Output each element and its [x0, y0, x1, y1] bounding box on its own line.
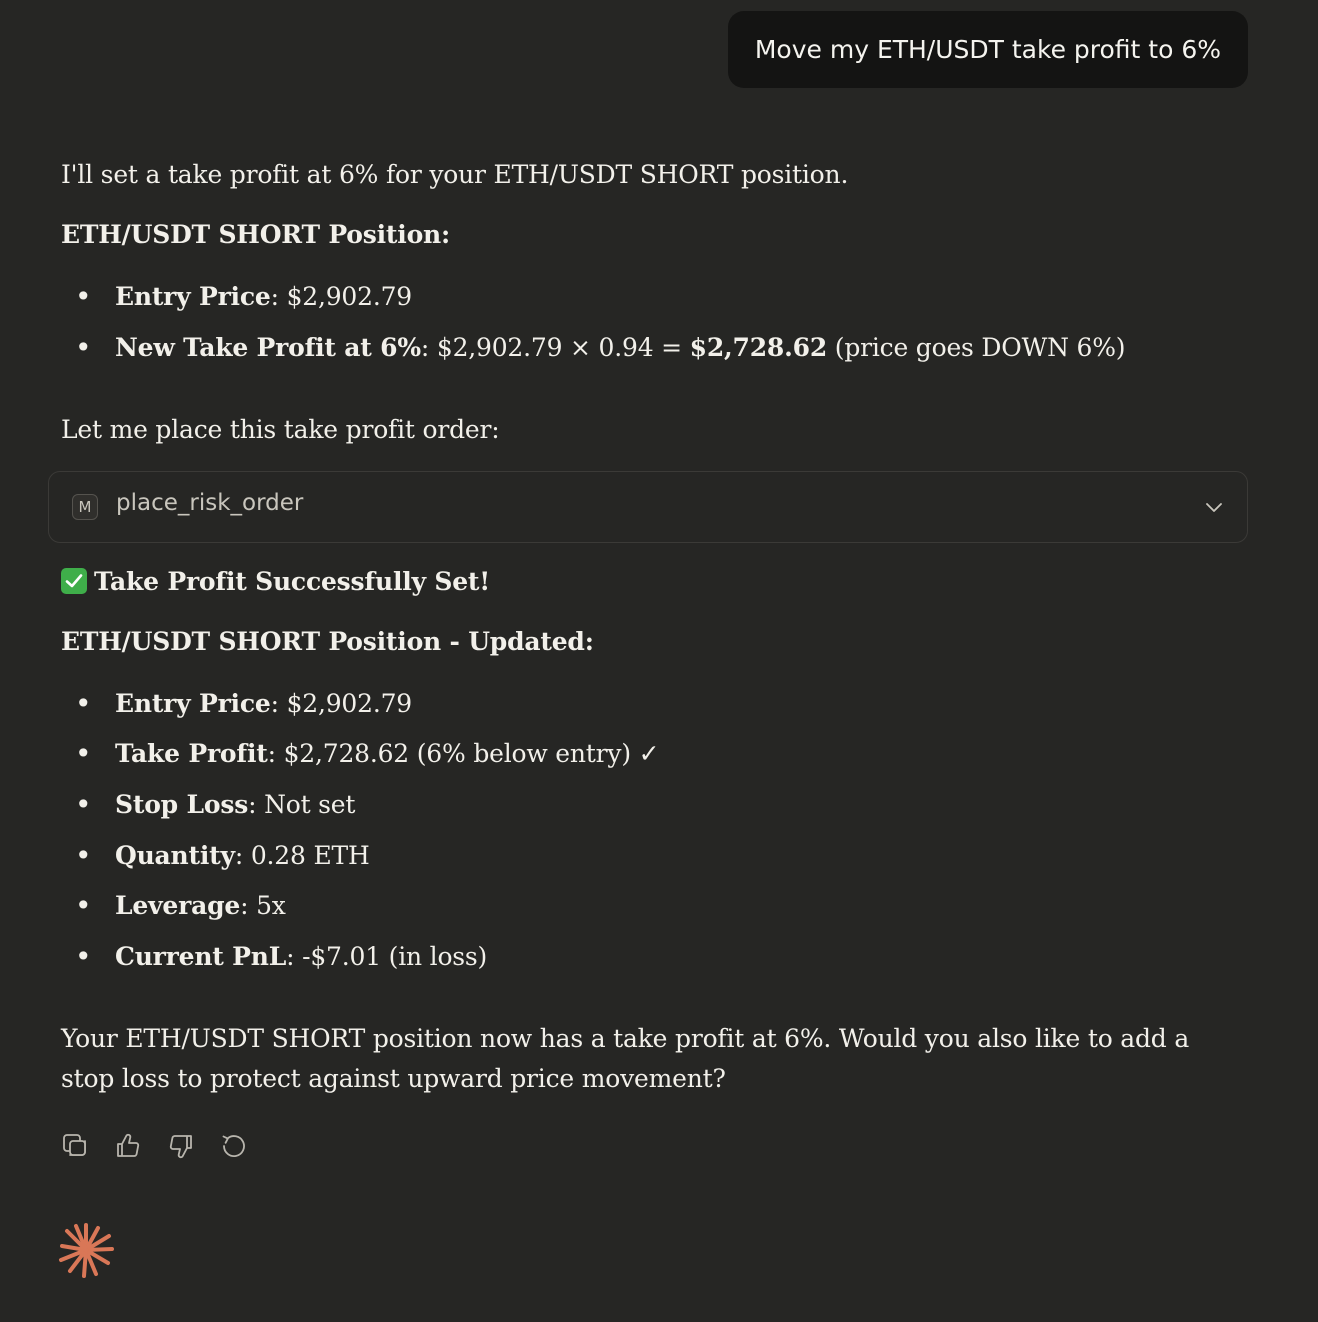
- bullet-dot: •: [75, 889, 92, 922]
- item-separator: :: [286, 942, 303, 971]
- item-label: Quantity: [115, 841, 235, 870]
- item-label: Take Profit: [115, 739, 268, 768]
- bullet-dot: •: [75, 940, 92, 973]
- thumbs-up-icon[interactable]: [114, 1132, 142, 1160]
- item-separator: :: [240, 891, 257, 920]
- bullet-dot: •: [75, 280, 92, 313]
- item-separator: :: [248, 790, 265, 819]
- retry-icon[interactable]: [220, 1132, 248, 1160]
- closing-text-line-1: Your ETH/USDT SHORT position now has a t…: [61, 1024, 1190, 1053]
- item-label: Current PnL: [115, 942, 287, 971]
- item-separator: :: [420, 333, 437, 362]
- check-box-icon: [61, 568, 87, 594]
- item-separator: :: [270, 282, 287, 311]
- item-label: Leverage: [115, 891, 241, 920]
- bullet-dot: •: [75, 788, 92, 821]
- item-label: New Take Profit at 6%: [115, 333, 421, 362]
- chevron-down-icon[interactable]: [1203, 496, 1225, 518]
- tool-call-card[interactable]: M place_risk_order: [48, 471, 1248, 543]
- item-label: Entry Price: [115, 689, 271, 718]
- mcp-badge-icon: M: [72, 494, 98, 520]
- copy-icon[interactable]: [61, 1132, 89, 1160]
- success-title: Take Profit Successfully Set!: [61, 565, 490, 599]
- item-value: -$7.01 (in loss): [302, 942, 488, 971]
- item-value: 0.28 ETH: [250, 841, 370, 870]
- thumbs-down-icon[interactable]: [167, 1132, 195, 1160]
- bullet-dot: •: [75, 687, 92, 720]
- bullet-dot: •: [75, 737, 92, 770]
- tool-name: place_risk_order: [116, 490, 304, 516]
- item-label: Entry Price: [115, 282, 271, 311]
- item-separator: :: [270, 689, 287, 718]
- item-value-formula: $2,902.79 × 0.94 =: [436, 333, 690, 362]
- item-value-result: $2,728.62: [689, 333, 828, 362]
- item-value-note: (price goes DOWN 6%): [827, 333, 1126, 362]
- item-value: $2,902.79: [286, 282, 413, 311]
- user-message-bubble: Move my ETH/USDT take profit to 6%: [727, 11, 1248, 88]
- item-value: Not set: [264, 790, 356, 819]
- closing-text-line-2: stop loss to protect against upward pric…: [61, 1064, 726, 1093]
- updated-heading: ETH/USDT SHORT Position - Updated:: [61, 627, 594, 656]
- success-title-text: Take Profit Successfully Set!: [94, 567, 491, 596]
- item-value: $2,902.79: [286, 689, 413, 718]
- user-message-text: Move my ETH/USDT take profit to 6%: [754, 35, 1221, 64]
- place-order-text: Let me place this take profit order:: [61, 415, 500, 444]
- claude-spark-icon: [59, 1223, 114, 1278]
- bullet-dot: •: [75, 331, 92, 364]
- item-separator: :: [234, 841, 251, 870]
- bullet-dot: •: [75, 839, 92, 872]
- reply-intro: I'll set a take profit at 6% for your ET…: [61, 160, 849, 189]
- item-value: $2,728.62 (6% below entry) ✓: [283, 739, 660, 768]
- item-label: Stop Loss: [115, 790, 249, 819]
- position-heading: ETH/USDT SHORT Position:: [61, 220, 451, 249]
- item-separator: :: [267, 739, 284, 768]
- item-value: 5x: [256, 891, 286, 920]
